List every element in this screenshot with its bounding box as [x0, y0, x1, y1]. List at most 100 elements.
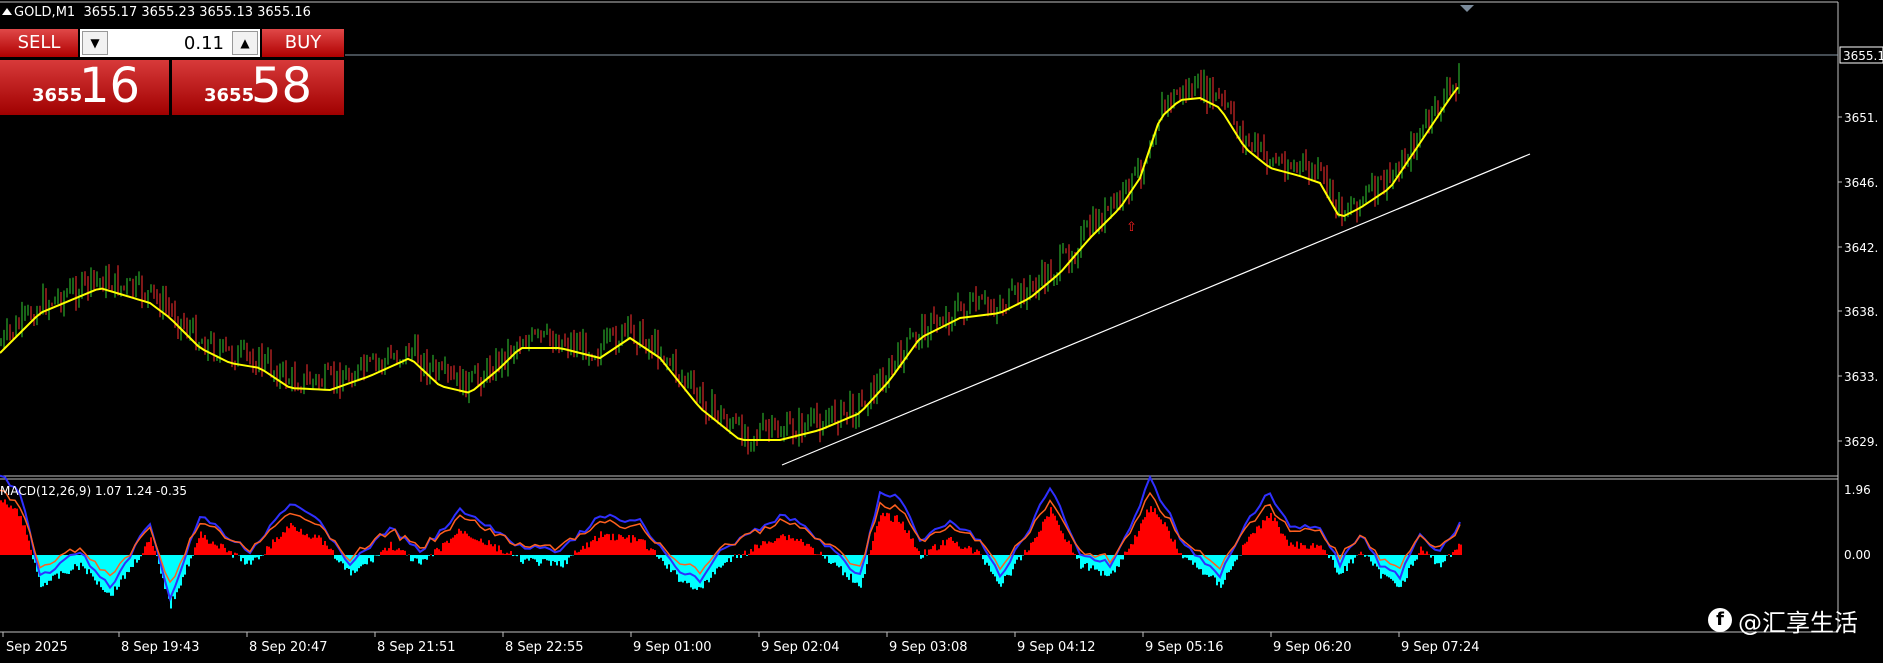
- sell-button[interactable]: SELL: [0, 29, 78, 57]
- macd-bar: [304, 535, 306, 555]
- macd-bar: [1396, 555, 1398, 587]
- macd-bar: [832, 555, 834, 564]
- macd-bar: [1076, 555, 1078, 559]
- macd-bar: [558, 555, 560, 562]
- time-label: 9 Sep 01:00: [633, 640, 712, 655]
- macd-bar: [910, 538, 912, 555]
- time-label: 9 Sep 04:12: [1017, 640, 1096, 655]
- macd-bar: [1212, 555, 1214, 576]
- chart-shift-marker[interactable]: [1460, 5, 1474, 12]
- macd-bar: [338, 555, 340, 563]
- macd-bar: [246, 555, 248, 564]
- macd-bar: [902, 521, 904, 555]
- buy-button[interactable]: BUY: [262, 29, 344, 57]
- macd-bar: [1350, 555, 1352, 560]
- macd-bar: [900, 523, 902, 555]
- macd-bar: [1242, 544, 1244, 555]
- macd-bar: [470, 537, 472, 555]
- macd-bar: [234, 552, 236, 555]
- macd-bar: [414, 555, 416, 559]
- macd-bar: [1192, 555, 1194, 565]
- macd-bar: [1326, 553, 1328, 555]
- macd-bar: [232, 555, 234, 558]
- macd-bar: [1436, 555, 1438, 564]
- macd-bar: [40, 555, 42, 588]
- macd-bar: [1394, 555, 1396, 584]
- macd-bar: [1416, 555, 1418, 560]
- ask-price-prefix: 3655: [204, 85, 255, 106]
- volume-increase-button[interactable]: ▲: [232, 31, 258, 55]
- macd-bar: [136, 555, 138, 563]
- macd-bar: [330, 548, 332, 555]
- macd-bar: [1434, 555, 1436, 565]
- macd-bar: [550, 555, 552, 566]
- collapse-triangle-icon[interactable]: [2, 8, 12, 15]
- macd-bar: [1456, 549, 1458, 555]
- macd-bar: [392, 550, 394, 555]
- macd-bar: [152, 545, 154, 555]
- macd-bar: [1164, 522, 1166, 555]
- macd-bar: [1268, 518, 1270, 555]
- macd-bar: [82, 555, 84, 567]
- macd-bar: [956, 541, 958, 555]
- macd-bar: [268, 546, 270, 555]
- macd-bar: [2, 502, 4, 555]
- macd-bar: [30, 549, 32, 555]
- macd-bar: [532, 555, 534, 559]
- macd-bar: [420, 555, 422, 565]
- macd-bar: [776, 538, 778, 555]
- macd-bar: [890, 520, 892, 555]
- price-tick: 3638.: [1844, 305, 1878, 319]
- macd-bar: [1160, 519, 1162, 555]
- volume-input[interactable]: [110, 31, 228, 55]
- macd-bar: [46, 555, 48, 585]
- volume-decrease-button[interactable]: ▼: [82, 31, 108, 55]
- bid-price-button[interactable]: 3655 16: [0, 60, 169, 115]
- macd-bar: [758, 548, 760, 555]
- macd-bar: [586, 542, 588, 555]
- macd-bar: [282, 532, 284, 555]
- macd-bar: [636, 541, 638, 555]
- macd-bar: [886, 512, 888, 555]
- macd-bar: [90, 555, 92, 574]
- macd-bar: [626, 537, 628, 555]
- macd-bar: [68, 555, 70, 574]
- trendline[interactable]: [781, 153, 1531, 466]
- macd-bar: [656, 555, 658, 557]
- macd-bar: [1066, 541, 1068, 555]
- macd-bar: [1082, 555, 1084, 568]
- price-tick: 3651.: [1844, 111, 1878, 125]
- macd-bar: [1168, 530, 1170, 555]
- macd-bar: [54, 555, 56, 575]
- macd-bar: [388, 548, 390, 555]
- macd-bar: [1126, 551, 1128, 555]
- macd-bar: [80, 555, 82, 563]
- macd-bar: [952, 540, 954, 555]
- ask-price-button[interactable]: 3655 58: [172, 60, 344, 115]
- macd-bar: [454, 535, 456, 555]
- macd-bar: [264, 554, 266, 555]
- macd-bar: [456, 533, 458, 555]
- macd-bar: [772, 542, 774, 555]
- macd-bar: [242, 555, 244, 559]
- macd-bar: [732, 555, 734, 557]
- macd-bar: [960, 548, 962, 555]
- macd-bar: [1346, 555, 1348, 572]
- macd-bar: [560, 555, 562, 567]
- macd-bar: [478, 541, 480, 555]
- macd-bar: [308, 537, 310, 555]
- macd-bar: [676, 555, 678, 575]
- macd-bar: [274, 541, 276, 555]
- macd-bar: [408, 554, 410, 555]
- macd-bar: [422, 555, 424, 560]
- macd-bar: [974, 552, 976, 555]
- macd-bar: [540, 555, 542, 564]
- macd-bar: [680, 555, 682, 582]
- macd-bar: [462, 533, 464, 555]
- macd-bar: [940, 545, 942, 555]
- macd-bar: [1120, 555, 1122, 560]
- macd-bar: [450, 538, 452, 555]
- macd-bar: [664, 555, 666, 566]
- macd-bar: [492, 546, 494, 555]
- macd-bar: [1454, 549, 1456, 555]
